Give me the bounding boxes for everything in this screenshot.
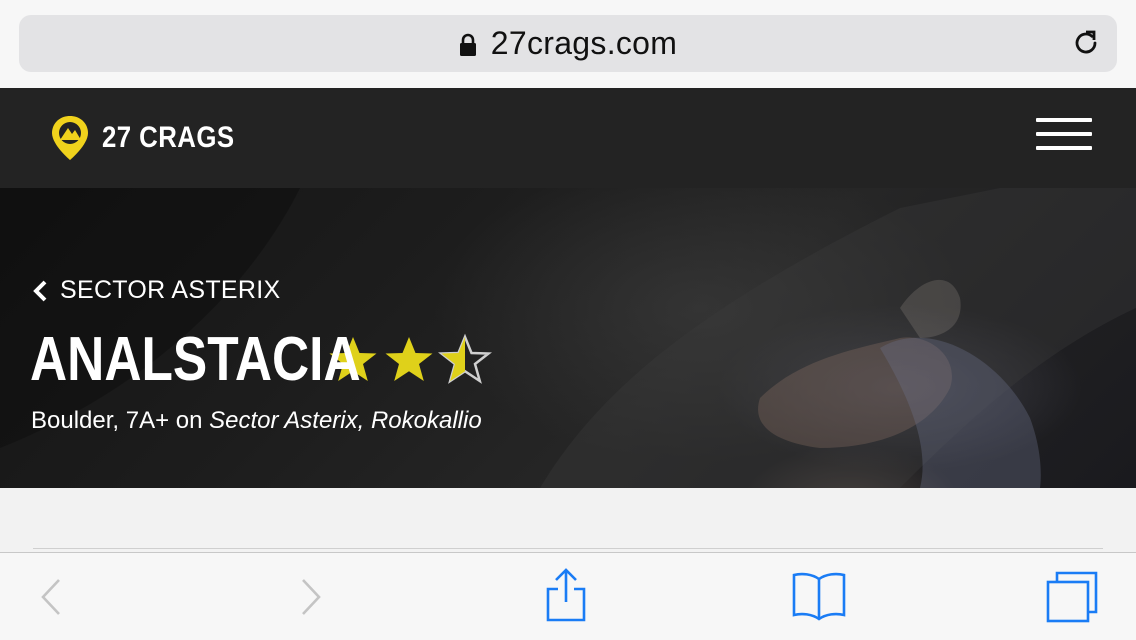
route-title-row: ANALSTACIA xyxy=(30,324,492,395)
back-icon[interactable] xyxy=(38,577,64,617)
logo-text: 27 CRAGS xyxy=(102,121,235,154)
route-hero: SECTOR ASTERIX ANALSTACIA Boulder, 7A+ o… xyxy=(0,188,1136,488)
share-icon[interactable] xyxy=(544,567,588,623)
star-full-icon xyxy=(385,336,433,381)
star-half-icon xyxy=(438,333,492,384)
map-pin-logo-icon xyxy=(52,116,88,160)
lock-icon xyxy=(459,33,476,56)
browser-address-area: 27crags.com xyxy=(0,0,1136,88)
forward-icon[interactable] xyxy=(298,577,324,617)
url-display: 27crags.com xyxy=(19,15,1117,72)
chevron-left-icon xyxy=(33,280,47,301)
browser-toolbar xyxy=(0,552,1136,640)
address-bar[interactable]: 27crags.com xyxy=(19,15,1117,72)
site-header: 27 CRAGS xyxy=(0,88,1136,188)
route-meta: Boulder, 7A+ on Sector Asterix, Rokokall… xyxy=(31,407,482,435)
route-title: ANALSTACIA xyxy=(30,325,361,394)
content-area xyxy=(0,488,1136,552)
breadcrumb-label: SECTOR ASTERIX xyxy=(60,276,281,304)
site-logo[interactable]: 27 CRAGS xyxy=(50,114,256,162)
tabs-icon[interactable] xyxy=(1044,569,1100,625)
breadcrumb[interactable]: SECTOR ASTERIX xyxy=(32,276,280,305)
bookmarks-icon[interactable] xyxy=(790,571,848,621)
content-divider xyxy=(33,548,1103,549)
route-location-link[interactable]: Sector Asterix, Rokokallio xyxy=(209,407,482,434)
url-text: 27crags.com xyxy=(490,25,678,61)
hamburger-menu-icon[interactable] xyxy=(1036,118,1092,154)
route-type-grade: Boulder, 7A+ on xyxy=(31,407,210,434)
reload-icon[interactable] xyxy=(1071,28,1101,58)
